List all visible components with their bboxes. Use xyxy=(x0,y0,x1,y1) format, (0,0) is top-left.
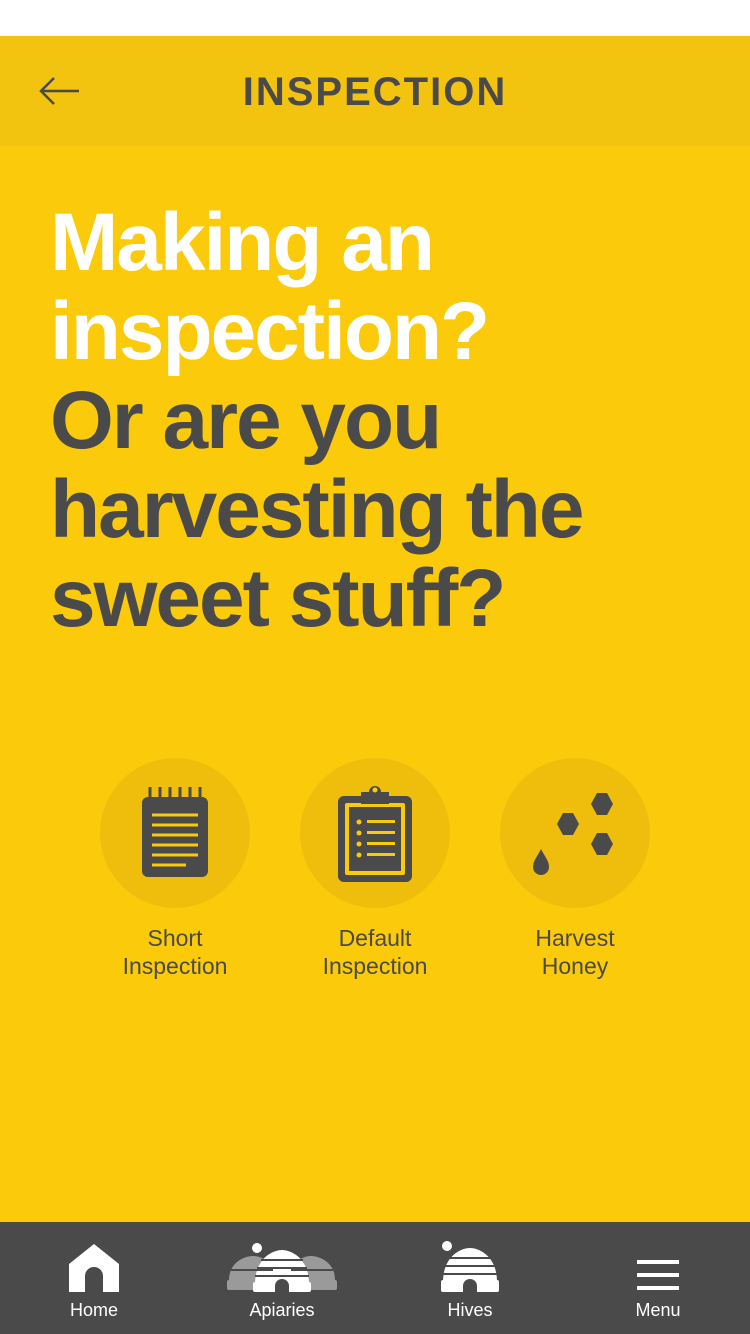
headline-line: Or are you xyxy=(50,375,442,466)
option-circle xyxy=(300,758,450,908)
tab-menu[interactable]: Menu xyxy=(564,1222,750,1334)
harvest-honey-button[interactable]: Harvest Honey xyxy=(475,758,675,980)
menu-icon xyxy=(637,1260,679,1290)
status-bar xyxy=(0,0,750,36)
headline-line: inspection? xyxy=(50,286,490,377)
tab-label: Apiaries xyxy=(249,1300,315,1320)
tab-label: Hives xyxy=(447,1300,493,1320)
tab-icon-wrap xyxy=(0,1240,188,1292)
option-label-line: Inspection xyxy=(322,953,428,979)
tab-icon-wrap xyxy=(376,1240,564,1292)
option-circle xyxy=(100,758,250,908)
tab-home[interactable]: Home xyxy=(0,1222,188,1334)
tab-label: Home xyxy=(69,1300,118,1320)
tab-apiaries[interactable]: Apiaries xyxy=(188,1222,376,1334)
apiaries-icon xyxy=(227,1243,337,1292)
hive-icon xyxy=(441,1241,499,1292)
short-inspection-button[interactable]: Short Inspection xyxy=(75,758,275,980)
tab-icon-wrap xyxy=(188,1240,376,1292)
main-content: Making an inspection? Or are you harvest… xyxy=(0,146,750,1222)
option-label: Short Inspection xyxy=(75,924,275,980)
inspection-options: Short Inspection Default Inspection Harv… xyxy=(75,758,675,988)
default-inspection-button[interactable]: Default Inspection xyxy=(275,758,475,980)
clipboard-icon xyxy=(338,786,412,882)
option-label-line: Default xyxy=(338,925,412,951)
headline-line: sweet stuff? xyxy=(50,553,506,644)
option-label-line: Harvest xyxy=(535,925,615,951)
option-label: Default Inspection xyxy=(275,924,475,980)
option-circle xyxy=(500,758,650,908)
option-label-line: Honey xyxy=(541,953,609,979)
bottom-tab-bar: Home Apiaries Hives Menu xyxy=(0,1222,750,1334)
honeycomb-icon xyxy=(533,793,613,875)
notepad-icon xyxy=(142,787,208,877)
home-icon xyxy=(69,1244,119,1292)
tab-icon-wrap xyxy=(564,1240,750,1292)
tab-label: Menu xyxy=(635,1300,681,1320)
headline-line: harvesting the xyxy=(50,464,584,555)
headline-line: Making an xyxy=(50,197,435,288)
option-label-line: Inspection xyxy=(122,953,228,979)
option-label: Harvest Honey xyxy=(475,924,675,980)
option-label-line: Short xyxy=(147,925,203,951)
app-header: INSPECTION xyxy=(0,36,750,146)
page-title: INSPECTION xyxy=(242,70,508,114)
tab-hives[interactable]: Hives xyxy=(376,1222,564,1334)
headline: Making an inspection? Or are you harvest… xyxy=(50,198,720,643)
